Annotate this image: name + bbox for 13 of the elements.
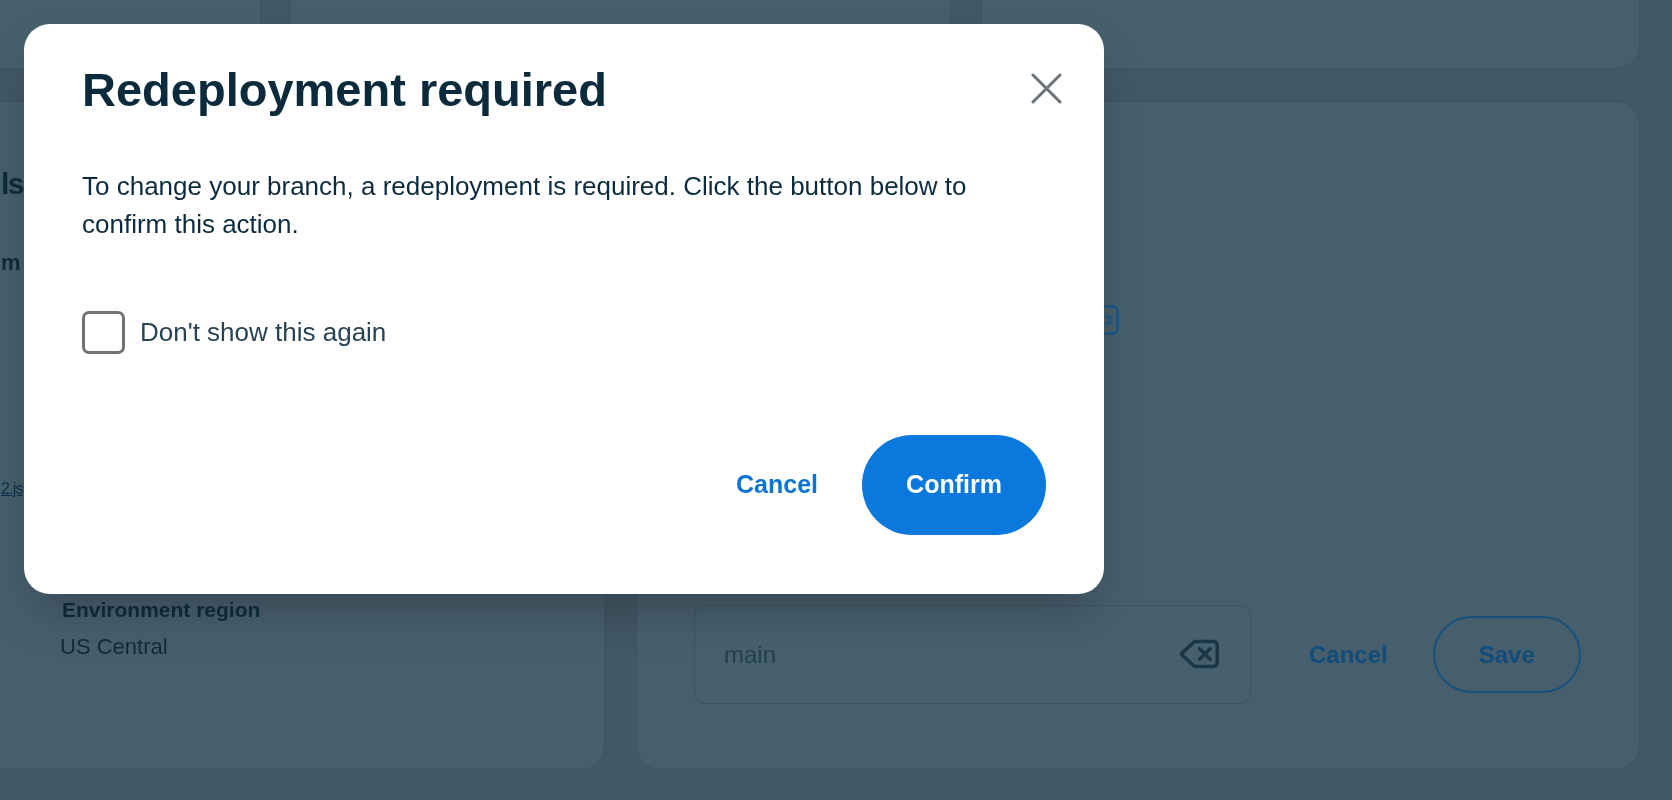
close-icon [1031, 73, 1062, 104]
cancel-button[interactable]: Cancel [716, 456, 838, 514]
close-button[interactable] [1031, 73, 1062, 104]
confirm-button[interactable]: Confirm [862, 435, 1046, 535]
dialog-title: Redeployment required [82, 62, 607, 117]
file-link[interactable]: 2.js [1, 478, 23, 500]
field-value: US Central [60, 634, 168, 660]
field-label: m [1, 250, 21, 276]
dialog-message: To change your branch, a redeployment is required. Click the button below to confirm this action. [82, 170, 968, 241]
checkbox[interactable] [82, 311, 125, 354]
backspace-icon [1180, 639, 1219, 669]
checkbox-label: Don't show this again [140, 316, 387, 349]
heading-text: ls [1, 166, 24, 202]
